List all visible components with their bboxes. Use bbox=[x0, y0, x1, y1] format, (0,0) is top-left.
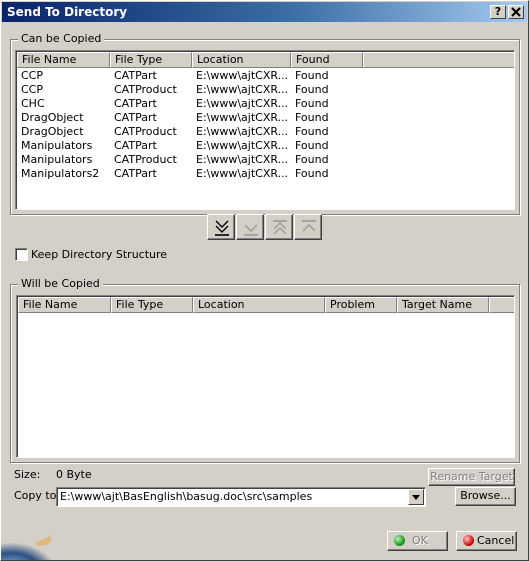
cell-file-type: CATProduct bbox=[114, 83, 177, 96]
close-button[interactable] bbox=[508, 5, 524, 19]
table-row[interactable]: DragObject CATPart E:\www\ajtCXR... Found bbox=[17, 111, 513, 125]
table-row[interactable]: CCP CATProduct E:\www\ajtCXR... Found bbox=[17, 83, 513, 97]
copy-to-label: Copy to: bbox=[14, 489, 61, 502]
remove-all-up-button[interactable] bbox=[265, 214, 293, 240]
close-icon bbox=[511, 7, 521, 17]
chevron-down-underline-icon bbox=[244, 224, 258, 236]
cell-found: Found bbox=[295, 69, 329, 82]
table-row[interactable]: CHC CATPart E:\www\ajtCXR... Found bbox=[17, 97, 513, 111]
column-header-file-type[interactable]: File Type bbox=[111, 297, 193, 313]
will-be-copied-list[interactable]: File Name File Type Location Problem Tar… bbox=[16, 295, 515, 458]
cell-location: E:\www\ajtCXR... bbox=[196, 125, 289, 138]
chevron-up-overline-icon bbox=[302, 220, 316, 232]
column-header-location[interactable]: Location bbox=[192, 52, 291, 68]
rename-target-button[interactable]: Rename Target bbox=[428, 468, 515, 486]
table-row[interactable]: Manipulators CATProduct E:\www\ajtCXR... Fo… bbox=[17, 153, 513, 167]
cell-file-type: CATProduct bbox=[114, 153, 177, 166]
title-bar: Send To Directory ? bbox=[2, 2, 527, 22]
ok-button[interactable]: OK bbox=[387, 531, 448, 551]
column-header-found[interactable]: Found bbox=[291, 52, 363, 68]
keep-directory-structure-checkbox[interactable] bbox=[15, 248, 28, 261]
cancel-icon bbox=[463, 535, 474, 546]
size-value: 0 Byte bbox=[56, 468, 92, 481]
cell-file-type: CATProduct bbox=[114, 125, 177, 138]
cell-file-name: Manipulators bbox=[21, 139, 93, 152]
cell-found: Found bbox=[295, 153, 329, 166]
can-be-copied-header: File Name File Type Location Found bbox=[17, 52, 514, 68]
copy-selected-down-button[interactable] bbox=[236, 214, 264, 240]
cell-file-type: CATPart bbox=[114, 111, 157, 124]
help-button[interactable]: ? bbox=[490, 5, 506, 19]
column-header-filler bbox=[363, 52, 514, 68]
can-be-copied-list[interactable]: File Name File Type Location Found CCP CA… bbox=[15, 50, 515, 210]
cell-file-type: CATPart bbox=[114, 139, 157, 152]
keep-directory-structure-label: Keep Directory Structure bbox=[31, 248, 168, 261]
cell-file-name: CCP bbox=[21, 69, 43, 82]
column-header-problem[interactable]: Problem bbox=[325, 297, 397, 313]
cell-found: Found bbox=[295, 111, 329, 124]
cell-file-name: DragObject bbox=[21, 111, 84, 124]
size-label: Size: bbox=[14, 468, 41, 481]
cell-found: Found bbox=[295, 83, 329, 96]
table-row[interactable]: Manipulators2 CATPart E:\www\ajtCXR... Foun… bbox=[17, 167, 513, 181]
cell-found: Found bbox=[295, 97, 329, 110]
table-row[interactable]: Manipulators CATPart E:\www\ajtCXR... Found bbox=[17, 139, 513, 153]
cell-file-type: CATPart bbox=[114, 69, 157, 82]
cell-file-name: Manipulators2 bbox=[21, 167, 100, 180]
cell-found: Found bbox=[295, 125, 329, 138]
window-title: Send To Directory bbox=[7, 5, 128, 19]
send-to-directory-dialog: Send To Directory ? Can be Copied File N… bbox=[0, 0, 529, 561]
cell-file-name: CCP bbox=[21, 83, 43, 96]
will-be-copied-label: Will be Copied bbox=[18, 277, 103, 290]
cell-location: E:\www\ajtCXR... bbox=[196, 97, 289, 110]
column-header-filler bbox=[489, 297, 514, 313]
cell-file-name: CHC bbox=[21, 97, 45, 110]
will-be-copied-header: File Name File Type Location Problem Tar… bbox=[18, 297, 514, 313]
can-be-copied-label: Can be Copied bbox=[18, 32, 105, 45]
double-chevron-up-overline-icon bbox=[273, 220, 287, 235]
catia-logo-icon bbox=[1, 534, 51, 560]
ok-label: OK bbox=[412, 534, 428, 547]
cell-location: E:\www\ajtCXR... bbox=[196, 153, 289, 166]
column-header-location[interactable]: Location bbox=[193, 297, 325, 313]
cell-file-type: CATPart bbox=[114, 97, 157, 110]
copy-to-value: E:\www\ajt\BasEnglish\basug.doc\src\samp… bbox=[60, 490, 313, 503]
column-header-target-name[interactable]: Target Name bbox=[397, 297, 489, 313]
column-header-file-type[interactable]: File Type bbox=[110, 52, 192, 68]
table-row[interactable]: CCP CATPart E:\www\ajtCXR... Found bbox=[17, 69, 513, 83]
table-row[interactable]: DragObject CATProduct E:\www\ajtCXR... Foun… bbox=[17, 125, 513, 139]
cell-location: E:\www\ajtCXR... bbox=[196, 69, 289, 82]
cell-found: Found bbox=[295, 167, 329, 180]
cancel-label: Cancel bbox=[477, 534, 515, 547]
column-header-file-name[interactable]: File Name bbox=[18, 297, 111, 313]
cell-file-type: CATPart bbox=[114, 167, 157, 180]
copy-to-combobox[interactable]: E:\www\ajt\BasEnglish\basug.doc\src\samp… bbox=[56, 487, 426, 507]
cancel-button[interactable]: Cancel bbox=[456, 531, 517, 551]
cell-location: E:\www\ajtCXR... bbox=[196, 83, 289, 96]
double-chevron-down-underline-icon bbox=[215, 220, 229, 236]
browse-button[interactable]: Browse... bbox=[455, 487, 516, 506]
cell-location: E:\www\ajtCXR... bbox=[196, 111, 289, 124]
copy-all-down-button[interactable] bbox=[207, 214, 235, 240]
ok-icon bbox=[394, 535, 405, 546]
cell-found: Found bbox=[295, 139, 329, 152]
cell-location: E:\www\ajtCXR... bbox=[196, 167, 289, 180]
cell-location: E:\www\ajtCXR... bbox=[196, 139, 289, 152]
chevron-down-icon bbox=[412, 495, 420, 500]
remove-selected-up-button[interactable] bbox=[294, 214, 322, 240]
cell-file-name: DragObject bbox=[21, 125, 84, 138]
copy-to-dropdown-button[interactable] bbox=[408, 489, 424, 505]
cell-file-name: Manipulators bbox=[21, 153, 93, 166]
column-header-file-name[interactable]: File Name bbox=[17, 52, 110, 68]
